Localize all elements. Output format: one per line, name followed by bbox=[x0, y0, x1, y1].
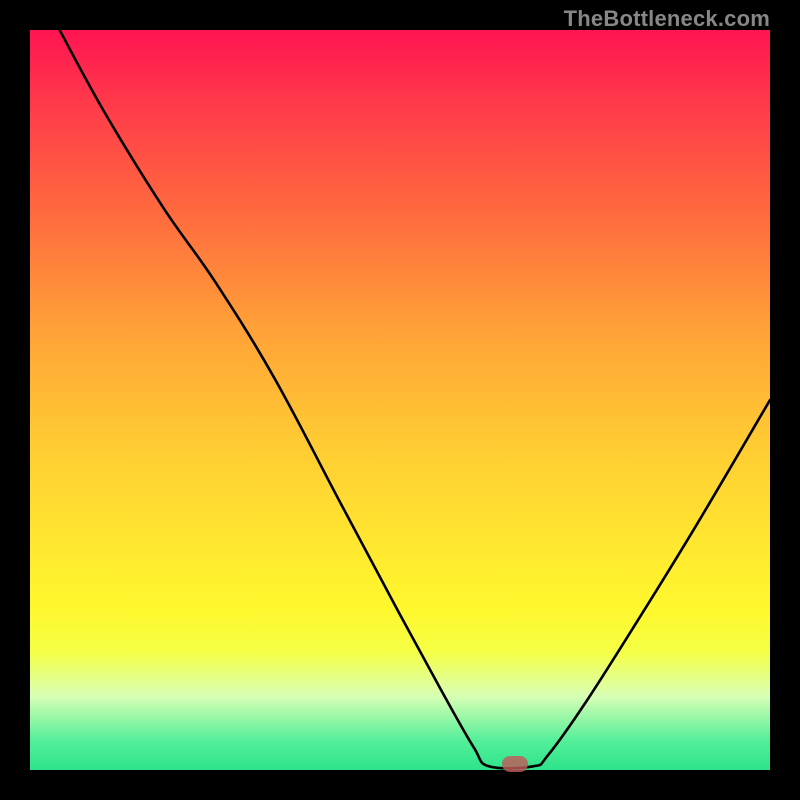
chart-frame: TheBottleneck.com bbox=[0, 0, 800, 800]
bottleneck-curve bbox=[30, 30, 770, 770]
optimal-point-marker bbox=[502, 756, 528, 772]
watermark-text: TheBottleneck.com bbox=[564, 6, 770, 32]
